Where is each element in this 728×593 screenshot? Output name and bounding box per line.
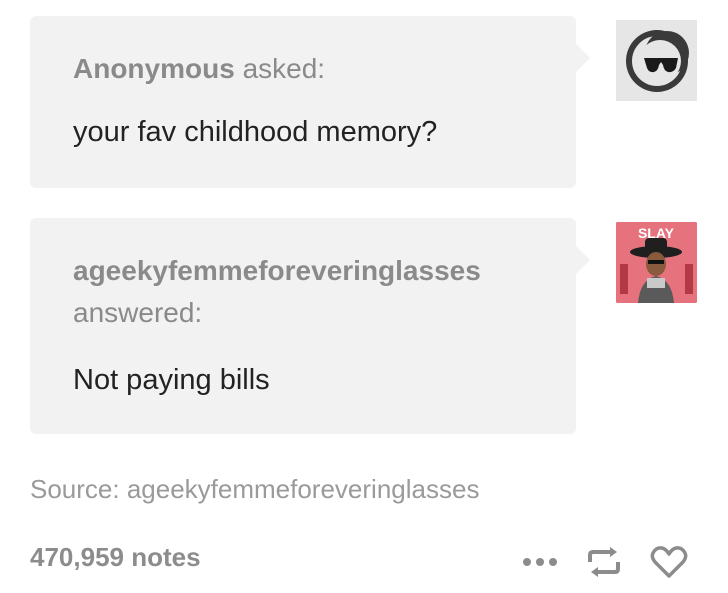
reblog-icon[interactable] xyxy=(586,546,622,578)
answer-author[interactable]: ageekyfemmeforeveringlasses xyxy=(73,255,481,286)
user-avatar-image: SLAY xyxy=(616,222,697,303)
answer-author-line: ageekyfemmeforeveringlasses xyxy=(73,253,481,289)
notes-count[interactable]: 470,959 notes xyxy=(30,542,201,573)
question-meta: Anonymous asked: xyxy=(73,51,325,87)
question-author[interactable]: Anonymous xyxy=(73,53,235,84)
heart-icon[interactable] xyxy=(650,545,688,579)
question-verb: asked: xyxy=(242,53,326,84)
source-link[interactable]: Source: ageekyfemmeforeveringlasses xyxy=(30,474,479,505)
answer-verb: answered: xyxy=(73,297,203,328)
answer-text: Not paying bills xyxy=(73,364,270,396)
anonymous-avatar[interactable] xyxy=(616,20,697,101)
post-actions xyxy=(522,542,688,582)
anonymous-sunglasses-icon xyxy=(626,30,689,92)
more-icon[interactable] xyxy=(522,557,558,567)
question-text: your fav childhood memory? xyxy=(73,116,438,148)
question-bubble: Anonymous asked: your fav childhood memo… xyxy=(30,16,590,188)
answer-bubble: ageekyfemmeforeveringlasses answered: No… xyxy=(30,218,590,434)
user-avatar[interactable]: SLAY xyxy=(616,222,697,303)
